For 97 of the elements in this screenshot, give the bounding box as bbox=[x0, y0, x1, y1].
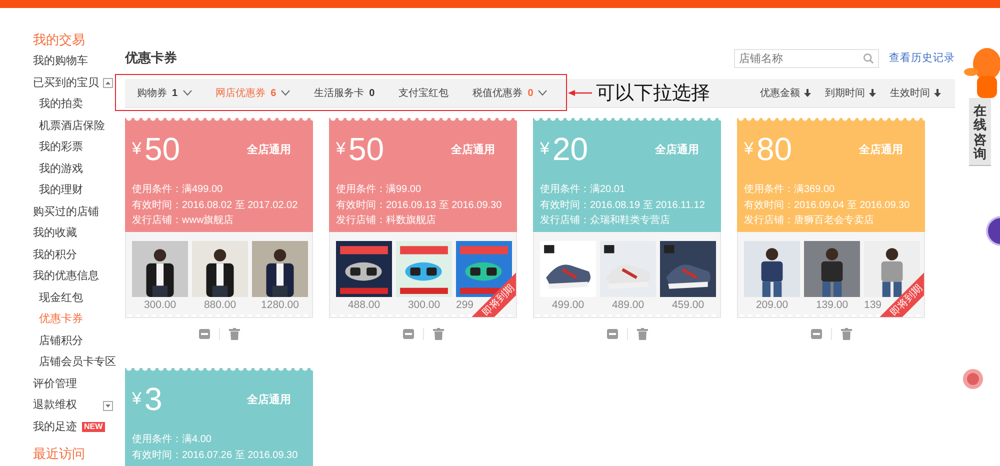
coupon-amount: 50 bbox=[144, 130, 182, 168]
search-field[interactable]: 店铺名称 bbox=[734, 49, 879, 68]
sidebar-item[interactable]: 我的优惠信息 bbox=[33, 266, 99, 288]
coupon-scope: 全店通用 bbox=[859, 142, 903, 156]
coupon-detail: 发行店铺：www旗舰店 bbox=[132, 214, 235, 228]
sidebar-item[interactable]: 现金红包 bbox=[33, 288, 83, 309]
product-price: 300.00 bbox=[144, 299, 176, 311]
product-price: 499.00 bbox=[552, 299, 584, 311]
product-price: 139.00 bbox=[816, 299, 848, 311]
coupon-amount: 80 bbox=[756, 130, 794, 168]
coupon-amount: 20 bbox=[552, 130, 590, 168]
annotation-arrow bbox=[568, 89, 592, 97]
coupon-amount: 3 bbox=[144, 380, 164, 418]
filter-tab[interactable]: 支付宝红包 bbox=[398, 86, 449, 100]
sidebar-item[interactable]: 购买过的店铺 bbox=[33, 202, 99, 223]
chevron-down-icon[interactable] bbox=[281, 90, 290, 96]
coupon-detail: 有效时间：2016.09.13 至 2016.09.30 bbox=[336, 198, 503, 212]
search-icon[interactable] bbox=[863, 52, 874, 64]
coupon-detail: 发行店铺：唐狮百老会专卖店 bbox=[744, 214, 875, 228]
coupon-detail: 发行店铺：科数旗舰店 bbox=[336, 214, 437, 228]
arrow-down-icon bbox=[804, 89, 811, 97]
sort-button[interactable]: 到期时间 bbox=[825, 86, 876, 100]
sidebar-item[interactable]: 我的购物车 bbox=[33, 51, 88, 72]
coupon-detail: 有效时间：2016.07.26 至 2016.09.30 bbox=[132, 448, 299, 462]
tab-count: 1 bbox=[172, 88, 178, 98]
sidebar-heading: 最近访问 bbox=[33, 445, 86, 463]
coupon-detail: 使用条件：满499.00 bbox=[132, 182, 224, 197]
product-price: 299 bbox=[456, 299, 474, 311]
product-price: 209.00 bbox=[756, 299, 788, 311]
minus-box-icon[interactable] bbox=[198, 328, 210, 340]
sidebar-item[interactable]: 我的拍卖 bbox=[33, 94, 83, 116]
coupon-detail: 使用条件：满4.00 bbox=[132, 432, 212, 447]
currency-sign: ¥ bbox=[540, 139, 550, 159]
new-badge: NEW bbox=[82, 422, 105, 432]
page-title: 优惠卡券 bbox=[125, 49, 178, 67]
sidebar-item[interactable]: 店铺积分 bbox=[33, 330, 83, 352]
coupon-detail: 使用条件：满369.00 bbox=[744, 182, 836, 197]
tab-count: 6 bbox=[270, 88, 276, 98]
trash-icon[interactable] bbox=[432, 328, 444, 340]
sidebar-item[interactable]: 店铺会员卡专区 bbox=[33, 352, 116, 374]
tab-count: 0 bbox=[528, 88, 534, 98]
coupon-detail: 使用条件：满99.00 bbox=[336, 182, 422, 197]
trash-icon[interactable] bbox=[228, 328, 240, 340]
currency-sign: ¥ bbox=[132, 389, 142, 409]
coupon-detail: 使用条件：满20.01 bbox=[540, 182, 626, 197]
filter-tab[interactable]: 生活服务卡 0 bbox=[314, 86, 375, 100]
chevron-down-icon[interactable] bbox=[538, 90, 548, 96]
sidebar-item[interactable]: 我的积分 bbox=[33, 244, 77, 266]
minus-box-icon[interactable] bbox=[606, 328, 618, 340]
sort-button[interactable]: 优惠金额 bbox=[760, 86, 811, 100]
history-link[interactable]: 查看历史记录 bbox=[889, 51, 955, 65]
online-help-tab[interactable]: 在线咨询 bbox=[969, 98, 991, 166]
product-price: 459.00 bbox=[672, 299, 704, 311]
currency-sign: ¥ bbox=[336, 139, 346, 159]
currency-sign: ¥ bbox=[132, 139, 142, 159]
minus-box-icon[interactable] bbox=[810, 328, 822, 340]
coupon-scope: 全店通用 bbox=[451, 142, 495, 156]
chevron-down-icon[interactable] bbox=[182, 90, 192, 96]
sidebar-item[interactable]: 我的彩票 bbox=[33, 137, 83, 158]
product-price: 880.00 bbox=[204, 299, 236, 311]
coupon-scope: 全店通用 bbox=[655, 142, 699, 156]
arrow-down-icon bbox=[934, 89, 941, 97]
sidebar-item[interactable]: 退款维权 bbox=[33, 395, 77, 416]
sidebar-item[interactable]: 我的理财 bbox=[33, 180, 83, 202]
product-price: 1280.00 bbox=[261, 299, 299, 311]
trash-icon[interactable] bbox=[636, 328, 648, 340]
expand-icon[interactable] bbox=[103, 400, 113, 411]
trash-icon[interactable] bbox=[840, 328, 852, 340]
product-price: 300.00 bbox=[408, 299, 440, 311]
sidebar-heading: 我的交易 bbox=[33, 31, 86, 49]
annotation-text: 可以下拉选择 bbox=[596, 82, 711, 106]
product-price: 488.00 bbox=[348, 299, 380, 311]
coupon-detail: 有效时间：2016.08.02 至 2017.02.02 bbox=[132, 198, 299, 212]
arrow-down-icon bbox=[869, 89, 876, 97]
currency-sign: ¥ bbox=[744, 139, 754, 159]
coupon-scope: 全店通用 bbox=[247, 142, 291, 156]
coupon-scope: 全店通用 bbox=[247, 392, 291, 406]
mascot-icon[interactable] bbox=[963, 46, 1000, 98]
filter-tab[interactable]: 税值优惠券 0 bbox=[472, 86, 548, 100]
coupon-detail: 发行店铺：众瑞和鞋类专营店 bbox=[540, 214, 671, 228]
coupon-detail: 有效时间：2016.09.04 至 2016.09.30 bbox=[744, 198, 911, 212]
message-icon[interactable] bbox=[962, 368, 984, 390]
minus-box-icon[interactable] bbox=[402, 328, 414, 340]
sidebar-item[interactable]: 我的足迹 bbox=[33, 416, 77, 438]
tab-count: 0 bbox=[369, 88, 375, 98]
product-price: 139 bbox=[864, 299, 882, 311]
coupon-amount: 50 bbox=[348, 130, 386, 168]
collapse-icon[interactable] bbox=[103, 78, 113, 88]
coupon-detail: 有效时间：2016.08.19 至 2016.11.12 bbox=[540, 198, 706, 212]
sidebar-item[interactable]: 我的收藏 bbox=[33, 223, 77, 244]
sidebar-item[interactable]: 评价管理 bbox=[33, 374, 77, 395]
product-price: 489.00 bbox=[612, 299, 644, 311]
filter-tab[interactable]: 购物券 1 bbox=[137, 86, 192, 100]
sidebar-item[interactable]: 我的游戏 bbox=[33, 158, 83, 180]
sort-button[interactable]: 生效时间 bbox=[890, 86, 941, 100]
sidebar-item[interactable]: 已买到的宝贝 bbox=[33, 72, 99, 94]
sidebar-item[interactable]: 机票酒店保险 bbox=[33, 116, 105, 137]
